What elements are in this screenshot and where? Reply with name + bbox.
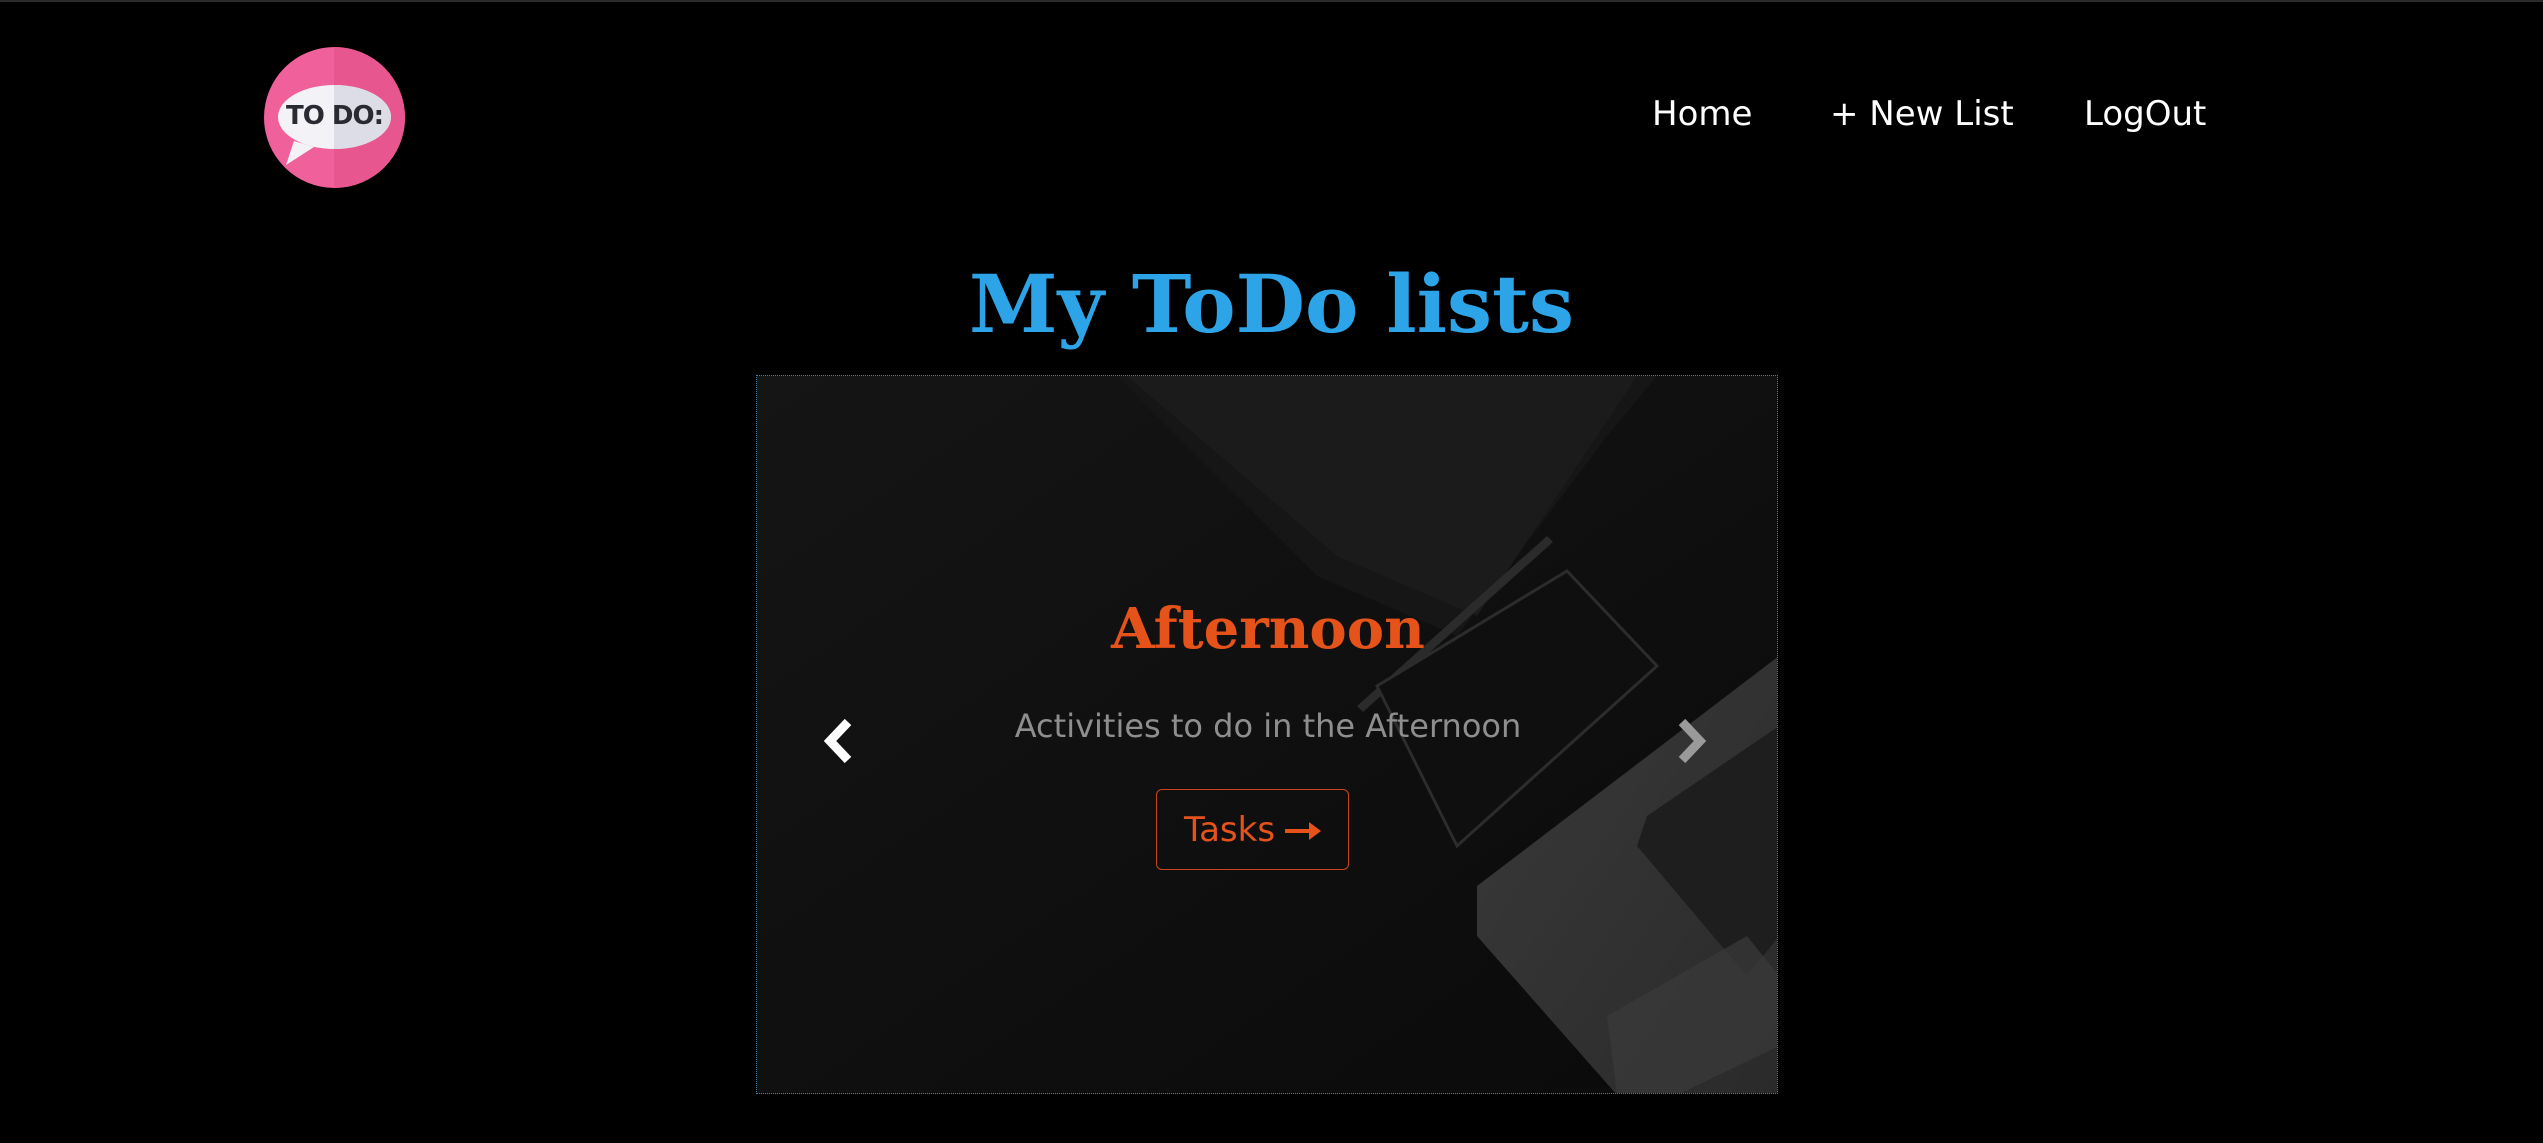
chevron-left-icon [823, 718, 852, 764]
slide-title: Afternoon [1111, 596, 1425, 662]
nav-logout-link[interactable]: LogOut [2084, 94, 2206, 134]
list-carousel: Afternoon Activities to do in the Aftern… [756, 375, 1778, 1094]
nav-new-list-link[interactable]: + New List [1830, 94, 2014, 134]
top-border [0, 0, 2543, 2]
chevron-right-icon [1678, 718, 1707, 764]
slide-description: Activities to do in the Afternoon [1014, 707, 1522, 745]
carousel-prev-button[interactable] [809, 706, 869, 776]
page-title: My ToDo lists [969, 257, 1574, 351]
right-arrow-icon [1285, 809, 1322, 850]
logo-text: TO DO: [286, 101, 384, 131]
todo-logo-icon[interactable]: TO DO: [264, 47, 405, 188]
carousel-next-button[interactable] [1661, 706, 1721, 776]
nav-home-link[interactable]: Home [1652, 94, 1752, 134]
tasks-button-label: Tasks [1183, 809, 1276, 850]
tasks-button[interactable]: Tasks [1156, 789, 1349, 870]
